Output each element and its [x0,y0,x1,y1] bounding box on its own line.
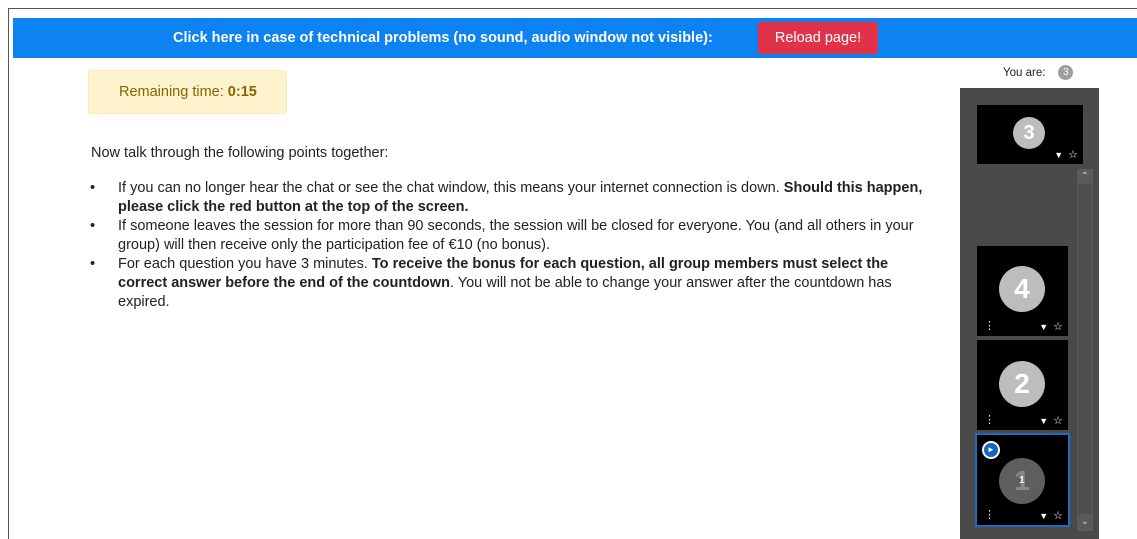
star-icon[interactable]: ☆ [1053,510,1063,522]
scrollbar-thumb[interactable] [1078,184,1092,514]
participant-small-number: 1 [1019,475,1025,486]
tile-status-icons: ▼ ☆ [1039,509,1063,522]
list-item: • For each question you have 3 minutes. … [90,255,930,312]
scroll-up-icon[interactable]: ⌃ [1077,169,1093,185]
participant-video-tile[interactable]: 2 ⋮ ▼ ☆ [977,340,1068,430]
participant-video-tile[interactable]: 4 ⋮ ▼ ☆ [977,246,1068,336]
banner-text[interactable]: Click here in case of technical problems… [173,18,713,58]
participant-avatar: 3 [1013,117,1045,149]
point-text: If someone leaves the session for more t… [118,218,914,253]
menu-dots-icon[interactable]: ⋮ [984,510,995,521]
camera-off-icon: ▼ [1039,416,1049,426]
tile-status-icons: ▼ ☆ [1039,414,1063,427]
you-are-label: You are: [1003,66,1046,79]
camera-off-icon: ▼ [1039,511,1049,521]
speaking-icon: ► [982,441,1000,459]
list-item: • If someone leaves the session for more… [90,217,930,255]
participant-avatar: 2 [999,361,1045,407]
star-icon[interactable]: ☆ [1053,321,1063,333]
frame-left-border [8,8,9,539]
tile-status-icons: ▼ ☆ [1054,148,1078,161]
reload-page-button[interactable]: Reload page! [758,22,878,54]
remaining-time-label: Remaining time: [119,84,224,100]
you-are-badge: 3 [1058,65,1074,80]
star-icon[interactable]: ☆ [1068,149,1078,161]
bullet: • [90,256,96,272]
instructions-list: • If you can no longer hear the chat or … [90,179,930,312]
instructions-intro: Now talk through the following points to… [91,145,389,161]
scroll-down-icon[interactable]: ⌄ [1077,514,1093,530]
bullet: • [90,180,96,196]
menu-dots-icon[interactable]: ⋮ [984,415,995,426]
remaining-time-value: 0:15 [227,84,257,100]
list-item: • If you can no longer hear the chat or … [90,179,930,217]
active-speaker-video-tile[interactable]: ► 1 1 ⋮ ▼ ☆ [975,433,1070,527]
tile-status-icons: ▼ ☆ [1039,320,1063,333]
participant-avatar: 4 [999,266,1045,312]
point-text: If you can no longer hear the chat or se… [118,180,784,196]
self-video-tile[interactable]: 3 ▼ ☆ [977,105,1083,164]
bullet: • [90,218,96,234]
frame-top-border [8,8,1137,9]
camera-off-icon: ▼ [1039,322,1049,332]
point-text: For each question you have 3 minutes. [118,256,372,272]
star-icon[interactable]: ☆ [1053,415,1063,427]
camera-off-icon: ▼ [1054,150,1064,160]
technical-problems-banner[interactable]: Click here in case of technical problems… [13,18,1137,58]
remaining-time-box: Remaining time: 0:15 [88,70,287,114]
you-are-indicator: You are: 3 [1003,65,1074,80]
menu-dots-icon[interactable]: ⋮ [984,321,995,332]
